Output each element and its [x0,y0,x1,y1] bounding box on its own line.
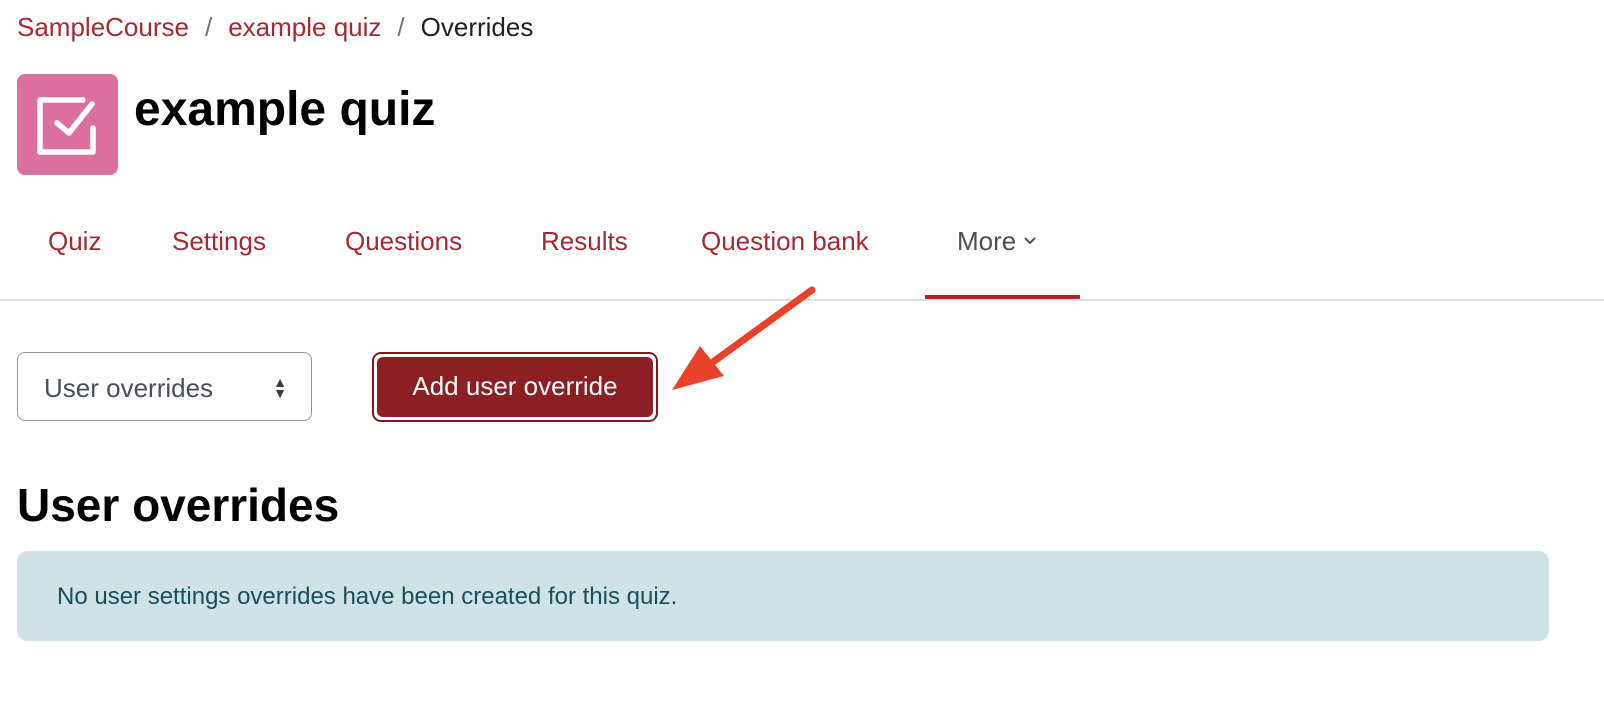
tab-more-label: More [957,226,1017,256]
override-type-select[interactable]: User overrides ▲ ▼ [17,352,312,421]
section-heading: User overrides [17,479,340,531]
breadcrumb-quiz-link[interactable]: example quiz [228,12,381,43]
breadcrumb-separator: / [204,12,213,42]
add-user-override-label: Add user override [377,357,653,417]
active-tab-indicator [925,295,1080,299]
chevron-down-icon [1024,237,1036,245]
select-caret-icon: ▲ ▼ [273,374,287,401]
annotation-arrow-icon [672,286,816,390]
breadcrumb: SampleCourse / example quiz / Overrides [17,12,533,43]
page-title: example quiz [134,83,436,136]
tab-questions[interactable]: Questions [345,226,462,257]
add-user-override-button[interactable]: Add user override [372,352,658,422]
breadcrumb-course-link[interactable]: SampleCourse [17,12,189,43]
tab-settings[interactable]: Settings [172,226,266,257]
breadcrumb-separator: / [397,12,405,42]
select-value: User overrides [44,373,214,403]
quiz-checkbox-icon [17,74,118,175]
tab-question-bank[interactable]: Question bank [701,226,869,257]
breadcrumb-current: Overrides [420,12,534,42]
tab-more[interactable]: More [957,226,1037,257]
tab-results[interactable]: Results [541,226,628,257]
tab-quiz[interactable]: Quiz [48,226,101,257]
info-alert: No user settings overrides have been cre… [17,551,1549,641]
alert-text: No user settings overrides have been cre… [57,583,678,610]
